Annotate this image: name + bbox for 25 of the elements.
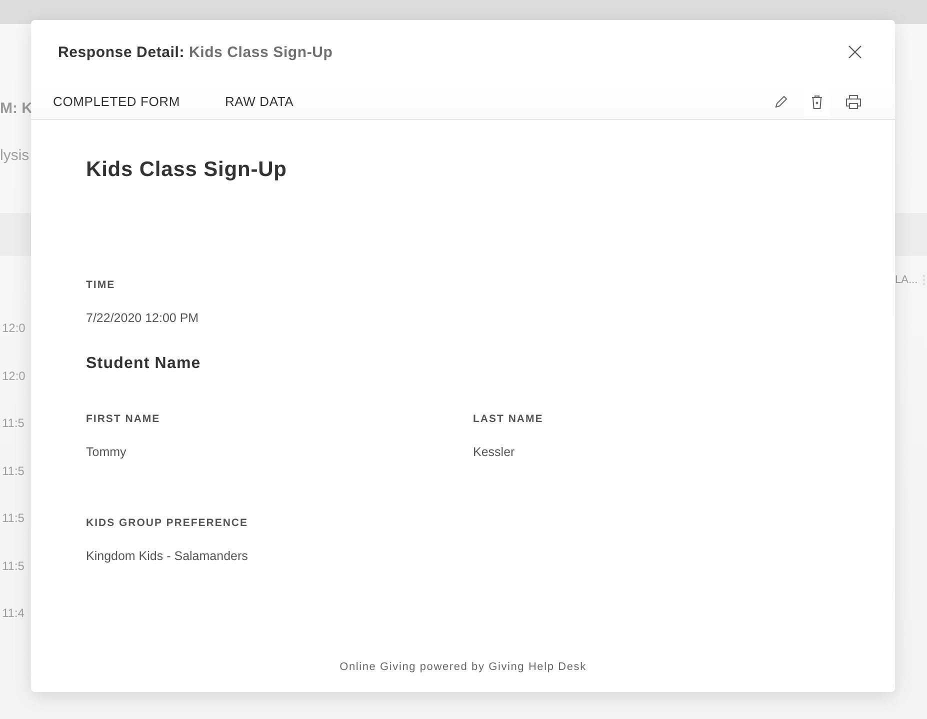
- tab[interactable]: RAW DATA: [224, 94, 294, 109]
- field-label: LAST NAME: [473, 413, 544, 425]
- tab[interactable]: COMPLETED FORM: [53, 94, 180, 109]
- time-cell: 11:5: [2, 510, 26, 526]
- field-value: Tommy: [86, 445, 128, 459]
- page-heading: M: K: [0, 100, 32, 117]
- time-cell: 11:5: [2, 415, 26, 431]
- column-header: LA...: [895, 274, 918, 286]
- footer-text: Online Giving powered by Giving Help Desk: [340, 661, 586, 673]
- field-label: KIDS GROUP PREFERENCE: [86, 517, 249, 529]
- dialog-title: Response Detail: Kids Class Sign-Up: [58, 44, 333, 60]
- field-label: FIRST NAME: [86, 413, 162, 425]
- field-value: Kingdom Kids - Salamanders: [86, 549, 249, 563]
- field-label: TIME: [86, 279, 116, 291]
- form-title: Kids Class Sign-Up: [86, 158, 288, 182]
- field-value: 7/22/2020 12:00 PM: [86, 311, 200, 325]
- time-cell: 12:0: [2, 320, 26, 336]
- time-cell: 11:5: [2, 462, 26, 478]
- time-cell: 11:5: [2, 558, 26, 574]
- close-icon[interactable]: [848, 45, 862, 59]
- field-value: Kessler: [473, 445, 516, 459]
- time-cell: 12:0: [2, 368, 26, 384]
- page-subheading: lysis: [0, 147, 30, 164]
- time-cell: 11:4: [2, 605, 26, 621]
- section-title: Student Name: [86, 355, 202, 373]
